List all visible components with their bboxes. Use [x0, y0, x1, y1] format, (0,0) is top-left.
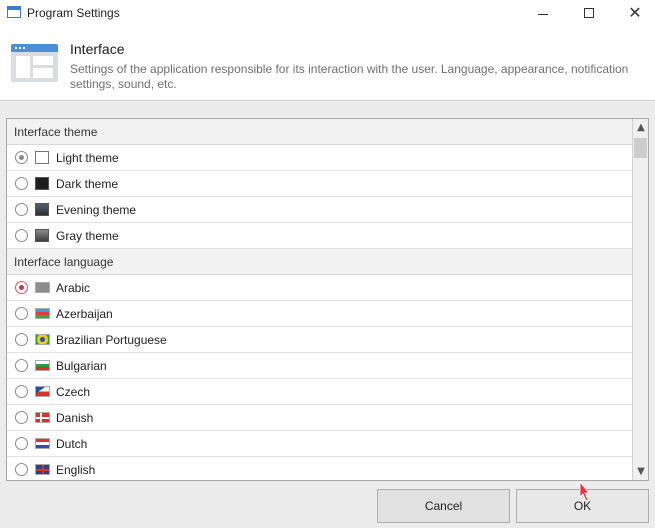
language-option-arabic[interactable]: Arabic	[7, 275, 632, 301]
theme-option-light[interactable]: Light theme	[7, 145, 632, 171]
section-description: Settings of the application responsible …	[70, 62, 629, 91]
radio-button[interactable]	[15, 437, 28, 450]
dark-theme-swatch-icon	[35, 177, 49, 190]
group-header-interface-theme: Interface theme	[7, 119, 632, 145]
interface-icon	[11, 44, 58, 82]
close-button[interactable]: ✕	[612, 0, 655, 26]
option-label: Dark theme	[56, 177, 119, 191]
arabic-flag-icon	[35, 282, 50, 293]
window-title: Program Settings	[27, 6, 120, 20]
language-option-danish[interactable]: Danish	[7, 405, 632, 431]
gray-theme-swatch-icon	[35, 229, 49, 242]
section-title: Interface	[70, 41, 125, 57]
options-list-inner: Interface theme Light theme Dark theme E…	[7, 119, 632, 480]
radio-button[interactable]	[15, 359, 28, 372]
evening-theme-swatch-icon	[35, 203, 49, 216]
group-header-interface-language: Interface language	[7, 249, 632, 275]
title-bar: Program Settings ✕	[0, 0, 655, 26]
theme-option-evening[interactable]: Evening theme	[7, 197, 632, 223]
option-label: Bulgarian	[56, 359, 107, 373]
radio-button[interactable]	[15, 333, 28, 346]
language-option-english[interactable]: English	[7, 457, 632, 480]
close-icon: ✕	[628, 3, 642, 22]
scroll-up-arrow-icon[interactable]: ▲	[633, 119, 648, 136]
option-label: English	[56, 463, 96, 477]
radio-button[interactable]	[15, 203, 28, 216]
language-option-czech[interactable]: Czech	[7, 379, 632, 405]
radio-button[interactable]	[15, 463, 28, 476]
option-label: Evening theme	[56, 203, 137, 217]
option-label: Danish	[56, 411, 94, 425]
mouse-cursor-icon	[579, 482, 590, 502]
radio-button[interactable]	[15, 229, 28, 242]
theme-option-gray[interactable]: Gray theme	[7, 223, 632, 249]
maximize-icon	[584, 8, 594, 18]
scroll-down-arrow-icon[interactable]: ▼	[633, 463, 648, 480]
language-option-dutch[interactable]: Dutch	[7, 431, 632, 457]
cancel-button[interactable]: Cancel	[377, 489, 510, 523]
settings-content: Interface theme Light theme Dark theme E…	[0, 100, 655, 528]
azerbaijan-flag-icon	[35, 308, 50, 319]
bulgaria-flag-icon	[35, 360, 50, 371]
scrollbar-thumb[interactable]	[634, 138, 647, 158]
option-label: Czech	[56, 385, 91, 399]
maximize-button[interactable]	[566, 0, 612, 26]
minimize-button[interactable]	[520, 0, 566, 26]
app-window-icon	[7, 6, 21, 18]
radio-button[interactable]	[15, 385, 28, 398]
uk-flag-icon	[35, 464, 50, 475]
czech-flag-icon	[35, 386, 50, 397]
vertical-scrollbar[interactable]: ▲ ▼	[632, 119, 648, 480]
theme-option-dark[interactable]: Dark theme	[7, 171, 632, 197]
radio-button[interactable]	[15, 307, 28, 320]
language-option-brazilian-portuguese[interactable]: Brazilian Portuguese	[7, 327, 632, 353]
option-label: Light theme	[56, 151, 119, 165]
option-label: Arabic	[56, 281, 91, 295]
language-option-azerbaijan[interactable]: Azerbaijan	[7, 301, 632, 327]
minimize-icon	[538, 13, 548, 15]
radio-button[interactable]	[15, 281, 28, 294]
settings-header: Interface Settings of the application re…	[0, 26, 655, 100]
option-label: Dutch	[56, 437, 88, 451]
light-theme-swatch-icon	[35, 151, 49, 164]
netherlands-flag-icon	[35, 438, 50, 449]
option-label: Azerbaijan	[56, 307, 113, 321]
options-list[interactable]: Interface theme Light theme Dark theme E…	[6, 118, 649, 481]
option-label: Brazilian Portuguese	[56, 333, 167, 347]
radio-button[interactable]	[15, 151, 28, 164]
language-option-bulgarian[interactable]: Bulgarian	[7, 353, 632, 379]
radio-button[interactable]	[15, 177, 28, 190]
option-label: Gray theme	[56, 229, 119, 243]
radio-button[interactable]	[15, 411, 28, 424]
denmark-flag-icon	[35, 412, 50, 423]
brazil-flag-icon	[35, 334, 50, 345]
